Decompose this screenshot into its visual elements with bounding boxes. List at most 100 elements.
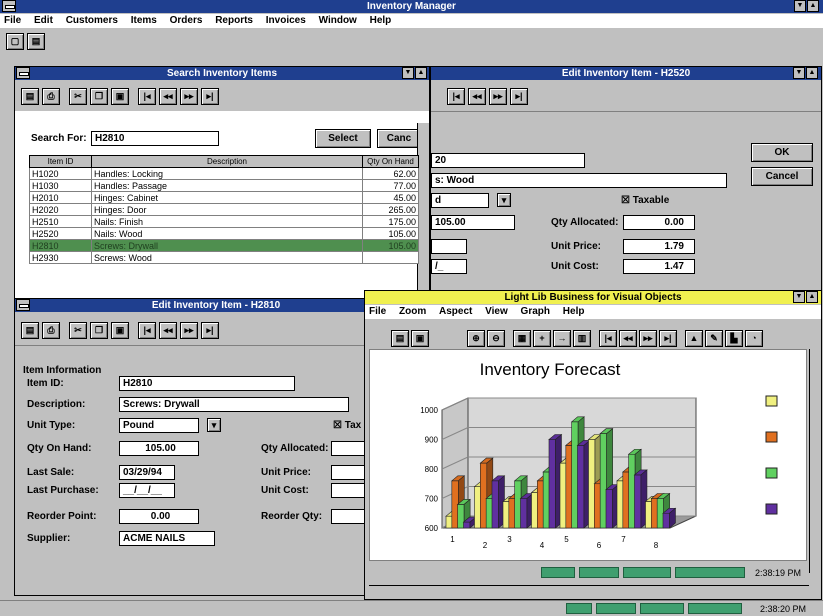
chart-window-minimize-icon[interactable]: ▼ — [793, 291, 805, 303]
chart-menu-graph[interactable]: Graph — [521, 306, 550, 317]
description-field[interactable]: s: Wood — [431, 173, 727, 188]
menu-customers[interactable]: Customers — [66, 15, 118, 26]
paste-icon[interactable]: ▣ — [111, 321, 129, 339]
select-button[interactable]: Select — [315, 129, 371, 148]
last-record-icon[interactable]: ▸| — [510, 87, 528, 105]
table-row[interactable]: H2520 Nails: Wood 105.00 — [29, 227, 419, 240]
table-row[interactable]: H2020 Hinges: Door 265.00 — [29, 203, 419, 216]
menu-reports[interactable]: Reports — [215, 15, 253, 26]
last-record-icon[interactable]: ▸| — [659, 329, 677, 347]
column-item-id[interactable]: Item ID — [29, 155, 92, 168]
open-icon[interactable]: ▤ — [391, 329, 409, 347]
save-icon[interactable]: ▣ — [411, 329, 429, 347]
open-icon[interactable]: ▤ — [21, 321, 39, 339]
column-description[interactable]: Description — [91, 155, 363, 168]
table-icon[interactable]: ▥ — [573, 329, 591, 347]
copy-icon[interactable]: ❐ — [90, 87, 108, 105]
item-id-field[interactable]: H2810 — [119, 376, 295, 391]
chart-vertical-scrollbar[interactable] — [809, 349, 821, 573]
edit-h2810-system-icon[interactable] — [16, 299, 30, 311]
last-record-icon[interactable]: ▸| — [201, 87, 219, 105]
menu-window[interactable]: Window — [319, 15, 357, 26]
last-record-icon[interactable]: ▸| — [201, 321, 219, 339]
qty-on-hand-field[interactable]: 105.00 — [119, 441, 199, 456]
cancel-button[interactable]: Canc — [377, 129, 421, 148]
table-row[interactable]: H2930 Screws: Wood — [29, 251, 419, 264]
edit-h2520-minimize-icon[interactable]: ▼ — [793, 67, 805, 79]
chart-menu-help[interactable]: Help — [563, 306, 585, 317]
prev-record-icon[interactable]: ◂◂ — [159, 321, 177, 339]
first-record-icon[interactable]: |◂ — [138, 321, 156, 339]
last-sale-field[interactable]: 03/29/94 — [119, 465, 175, 480]
menu-orders[interactable]: Orders — [170, 15, 203, 26]
reorder-point-field[interactable]: 0.00 — [119, 509, 199, 524]
print-icon[interactable]: ⎙ — [42, 87, 60, 105]
arrow-icon[interactable]: → — [553, 329, 571, 347]
table-row-selected[interactable]: H2810 Screws: Drywall 105.00 — [29, 239, 419, 252]
last-purchase-field[interactable]: /_ — [431, 259, 467, 274]
last-purchase-field[interactable]: __/__/__ — [119, 483, 175, 498]
next-record-icon[interactable]: ▸▸ — [489, 87, 507, 105]
chart-type-icon[interactable]: ▲ — [685, 329, 703, 347]
zoom-in-icon[interactable]: ⊕ — [467, 329, 485, 347]
edit-h2520-maximize-icon[interactable]: ▲ — [806, 67, 818, 79]
prev-record-icon[interactable]: ◂◂ — [619, 329, 637, 347]
cancel-button[interactable]: Cancel — [751, 167, 813, 186]
grid-icon[interactable]: ▦ — [513, 329, 531, 347]
qty-allocated-field[interactable]: 0.00 — [623, 215, 695, 230]
chart-menu-file[interactable]: File — [369, 306, 386, 317]
chart-window-maximize-icon[interactable]: ▲ — [806, 291, 818, 303]
first-record-icon[interactable]: |◂ — [138, 87, 156, 105]
table-row[interactable]: H2010 Hinges: Cabinet 45.00 — [29, 191, 419, 204]
chart-menu-zoom[interactable]: Zoom — [399, 306, 426, 317]
menu-invoices[interactable]: Invoices — [266, 15, 306, 26]
search-window-maximize-icon[interactable]: ▲ — [415, 67, 427, 79]
first-record-icon[interactable]: |◂ — [599, 329, 617, 347]
unit-cost-field[interactable]: 1.47 — [623, 259, 695, 274]
menu-edit[interactable]: Edit — [34, 15, 53, 26]
open-folder-icon[interactable]: ▤ — [27, 32, 45, 50]
cut-icon[interactable]: ✂ — [69, 87, 87, 105]
chart-menu-view[interactable]: View — [485, 306, 508, 317]
copy-icon[interactable]: ❐ — [90, 321, 108, 339]
pie-chart-icon[interactable]: ◔ — [745, 329, 763, 347]
qty-on-hand-field[interactable]: 105.00 — [431, 215, 515, 230]
app-system-menu-icon[interactable] — [2, 0, 16, 12]
menu-file[interactable]: File — [4, 15, 21, 26]
prev-record-icon[interactable]: ◂◂ — [159, 87, 177, 105]
last-sale-field[interactable] — [431, 239, 467, 254]
table-row[interactable]: H1030 Handles: Passage 77.00 — [29, 179, 419, 192]
ok-button[interactable]: OK — [751, 143, 813, 162]
table-row[interactable]: H2510 Nails: Finish 175.00 — [29, 215, 419, 228]
app-maximize-icon[interactable]: ▲ — [807, 0, 819, 12]
paste-icon[interactable]: ▣ — [111, 87, 129, 105]
taxable-checkbox[interactable]: ☒ Taxable — [621, 195, 669, 206]
next-record-icon[interactable]: ▸▸ — [180, 321, 198, 339]
chart-horizontal-scrollbar[interactable] — [369, 585, 809, 597]
app-minimize-icon[interactable]: ▼ — [794, 0, 806, 12]
search-window-system-icon[interactable] — [16, 67, 30, 79]
bar-chart-icon[interactable]: ▙ — [725, 329, 743, 347]
column-qty-on-hand[interactable]: Qty On Hand — [362, 155, 419, 168]
dropdown-arrow-icon[interactable]: ▾ — [207, 418, 221, 432]
draw-icon[interactable]: ✎ — [705, 329, 723, 347]
open-icon[interactable]: ▤ — [21, 87, 39, 105]
prev-record-icon[interactable]: ◂◂ — [468, 87, 486, 105]
print-icon[interactable]: ⎙ — [42, 321, 60, 339]
chart-menu-aspect[interactable]: Aspect — [439, 306, 472, 317]
add-icon[interactable]: + — [533, 329, 551, 347]
unit-type-field[interactable]: Pound — [119, 418, 199, 433]
unit-type-field[interactable]: d — [431, 193, 489, 208]
zoom-out-icon[interactable]: ⊖ — [487, 329, 505, 347]
description-field[interactable]: Screws: Drywall — [119, 397, 349, 412]
menu-items[interactable]: Items — [131, 15, 157, 26]
item-id-field[interactable]: 20 — [431, 153, 585, 168]
new-document-icon[interactable]: ▢ — [6, 32, 24, 50]
dropdown-arrow-icon[interactable]: ▾ — [497, 193, 511, 207]
next-record-icon[interactable]: ▸▸ — [180, 87, 198, 105]
next-record-icon[interactable]: ▸▸ — [639, 329, 657, 347]
table-row[interactable]: H1020 Handles: Locking 62.00 — [29, 167, 419, 180]
cut-icon[interactable]: ✂ — [69, 321, 87, 339]
search-input[interactable]: H2810 — [91, 131, 219, 146]
first-record-icon[interactable]: |◂ — [447, 87, 465, 105]
